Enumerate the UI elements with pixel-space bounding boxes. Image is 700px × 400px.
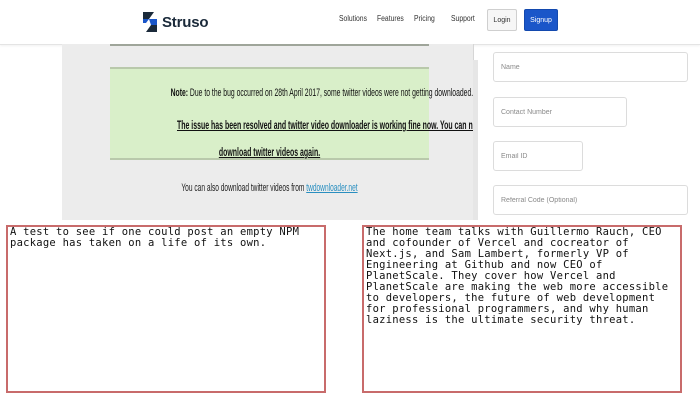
referral-code-field[interactable] xyxy=(493,185,688,215)
name-input[interactable] xyxy=(501,63,687,71)
also-download-text: You can also download twitter videos fro… xyxy=(174,182,365,194)
contact-number-input[interactable] xyxy=(501,108,626,116)
email-input[interactable] xyxy=(501,152,582,160)
referral-code-input[interactable] xyxy=(501,196,687,204)
nav-link-features[interactable]: Features xyxy=(377,14,404,23)
also-download-label: You can also download twitter videos fro… xyxy=(181,182,307,194)
email-field[interactable] xyxy=(493,141,583,171)
top-navbar: Struso Solutions Features Pricing Suppor… xyxy=(0,0,700,45)
preview-scrollbar[interactable] xyxy=(473,60,478,220)
notice-line: Note: Due to the bug occurred on 28th Ap… xyxy=(170,87,473,99)
twdownloader-link[interactable]: twdownloader.net xyxy=(306,182,357,194)
nav-link-solutions[interactable]: Solutions xyxy=(339,14,367,23)
right-text-box[interactable]: The home team talks with Guillermo Rauch… xyxy=(362,225,682,393)
nav-link-support[interactable]: Support xyxy=(451,14,475,23)
divider xyxy=(110,44,429,46)
left-text-box[interactable]: A test to see if one could post an empty… xyxy=(6,225,326,393)
brand-name: Struso xyxy=(162,13,209,31)
left-box-text: A test to see if one could post an empty… xyxy=(10,226,300,249)
contact-number-field[interactable] xyxy=(493,97,627,127)
brand[interactable]: Struso xyxy=(141,9,209,35)
page-preview: Note: Due to the bug occurred on 28th Ap… xyxy=(62,44,474,220)
resolved-line-1: The issue has been resolved and twitter … xyxy=(176,118,474,132)
login-button[interactable]: Login xyxy=(487,9,517,31)
notice-box: Note: Due to the bug occurred on 28th Ap… xyxy=(110,67,474,160)
note-text: Due to the bug occurred on 28th April 20… xyxy=(188,87,474,99)
right-box-text: The home team talks with Guillermo Rauch… xyxy=(366,226,669,326)
signup-button[interactable]: Signup xyxy=(524,9,558,31)
resolved-line-2: download twitter videos again. xyxy=(218,145,321,159)
struso-logo-icon xyxy=(143,12,157,32)
nav-link-pricing[interactable]: Pricing xyxy=(414,14,435,23)
note-label: Note: xyxy=(170,87,189,99)
name-field[interactable] xyxy=(493,52,688,82)
